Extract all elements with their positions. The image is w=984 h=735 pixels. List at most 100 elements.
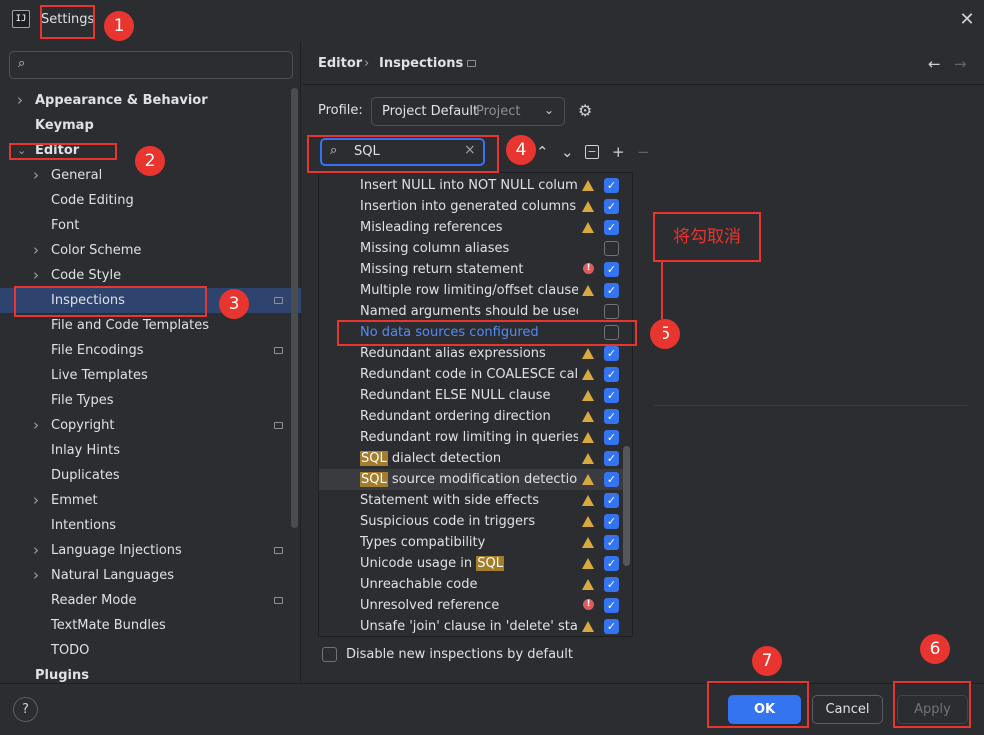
sidebar-item-color-scheme[interactable]: › Color Scheme — [0, 238, 290, 263]
inspection-checkbox[interactable]: ✓ — [604, 556, 619, 571]
inspection-checkbox[interactable]: ✓ — [604, 220, 619, 235]
remove-icon[interactable]: − — [637, 143, 650, 161]
inspection-name-part: Missing column aliases — [360, 241, 510, 256]
disable-new-checkbox[interactable] — [322, 647, 337, 662]
sidebar-item-todo[interactable]: TODO — [0, 638, 290, 663]
inspection-checkbox[interactable]: ✓ — [604, 178, 619, 193]
sidebar-item-textmate-bundles[interactable]: TextMate Bundles — [0, 613, 290, 638]
sidebar-item-intentions[interactable]: Intentions — [0, 513, 290, 538]
inspection-checkbox[interactable]: ✓ — [604, 619, 619, 634]
inspection-row[interactable]: Insert NULL into NOT NULL column ✓ — [319, 175, 624, 196]
inspection-row[interactable]: Types compatibility ✓ — [319, 532, 624, 553]
add-icon[interactable]: + — [612, 143, 625, 161]
inspection-name-part: Insertion into generated columns — [360, 199, 577, 214]
inspection-row[interactable]: Suspicious code in triggers ✓ — [319, 511, 624, 532]
sidebar-item-copyright[interactable]: › Copyright — [0, 413, 290, 438]
breadcrumb-editor[interactable]: Editor — [318, 56, 362, 71]
disable-new-label[interactable]: Disable new inspections by default — [346, 647, 573, 662]
reset-icon[interactable]: − — [585, 145, 599, 159]
profile-select[interactable]: Project Default Project ⌄ — [371, 97, 565, 126]
inspection-checkbox[interactable]: ✓ — [604, 451, 619, 466]
sidebar-item-inlay-hints[interactable]: Inlay Hints — [0, 438, 290, 463]
inspection-checkbox[interactable]: ✓ — [604, 430, 619, 445]
inspection-row[interactable]: SQL source modification detection ✓ — [319, 469, 624, 490]
chevron-right-icon[interactable]: › — [33, 563, 39, 588]
sidebar-item-code-style[interactable]: › Code Style — [0, 263, 290, 288]
chevron-right-icon[interactable]: › — [33, 413, 39, 438]
sidebar-item-plugins[interactable]: Plugins — [0, 663, 290, 688]
inspection-checkbox[interactable]: ✓ — [604, 598, 619, 613]
inspection-checkbox[interactable]: ✓ — [604, 199, 619, 214]
inspection-row[interactable]: Redundant alias expressions ✓ — [319, 343, 624, 364]
warning-icon — [582, 180, 594, 191]
sidebar-item-appearance-behavior[interactable]: › Appearance & Behavior — [0, 88, 290, 113]
inspection-row[interactable]: Misleading references ✓ — [319, 217, 624, 238]
project-scope-icon — [274, 297, 283, 304]
breadcrumb-separator: › — [364, 56, 370, 71]
inspection-row[interactable]: Unsafe 'join' clause in 'delete' stateme… — [319, 616, 624, 636]
help-button[interactable]: ? — [13, 697, 38, 722]
inspection-checkbox[interactable]: ✓ — [604, 367, 619, 382]
inspection-checkbox[interactable]: ✓ — [604, 514, 619, 529]
inspection-checkbox[interactable]: ✓ — [604, 262, 619, 277]
forward-arrow-icon[interactable]: → — [954, 55, 967, 73]
inspection-checkbox[interactable]: ✓ — [604, 409, 619, 424]
profile-label: Profile: — [318, 103, 363, 118]
sidebar-item-code-editing[interactable]: Code Editing — [0, 188, 290, 213]
inspection-checkbox[interactable]: ✓ — [604, 472, 619, 487]
inspection-checkbox[interactable]: ✓ — [604, 493, 619, 508]
sidebar-item-file-types[interactable]: File Types — [0, 388, 290, 413]
inspection-checkbox[interactable]: ✓ — [604, 346, 619, 361]
chevron-right-icon[interactable]: › — [17, 88, 23, 113]
inspection-row[interactable]: SQL dialect detection ✓ — [319, 448, 624, 469]
inspection-row[interactable]: Redundant ordering direction ✓ — [319, 406, 624, 427]
inspection-checkbox[interactable] — [604, 241, 619, 256]
inspection-name-part: Misleading references — [360, 220, 503, 235]
expand-all-icon[interactable]: ⌃ — [536, 143, 549, 161]
inspection-row[interactable]: Missing return statement! ✓ — [319, 259, 624, 280]
inspection-row[interactable]: Insertion into generated columns ✓ — [319, 196, 624, 217]
chevron-right-icon[interactable]: › — [33, 538, 39, 563]
inspection-row[interactable]: Redundant row limiting in queries ✓ — [319, 427, 624, 448]
settings-search-input[interactable]: ⌕ — [9, 51, 293, 79]
inspection-row[interactable]: Statement with side effects ✓ — [319, 490, 624, 511]
cancel-button[interactable]: Cancel — [812, 695, 883, 724]
close-icon[interactable]: ✕ — [956, 9, 978, 31]
inspection-row[interactable]: Unreachable code ✓ — [319, 574, 624, 595]
project-scope-icon — [274, 422, 283, 429]
warning-icon — [582, 348, 594, 359]
sidebar-item-language-injections[interactable]: › Language Injections — [0, 538, 290, 563]
sidebar-item-font[interactable]: Font — [0, 213, 290, 238]
inspection-name-part: Unicode usage in — [360, 556, 477, 571]
inspection-name-part: Unsafe 'join' clause in 'delete' stateme — [360, 619, 578, 634]
inspection-checkbox[interactable]: ✓ — [604, 283, 619, 298]
inspection-row[interactable]: Missing column aliases — [319, 238, 624, 259]
inspection-row[interactable]: Named arguments should be used — [319, 301, 624, 322]
sidebar-item-natural-languages[interactable]: › Natural Languages — [0, 563, 290, 588]
chevron-right-icon[interactable]: › — [33, 263, 39, 288]
inspection-checkbox[interactable]: ✓ — [604, 535, 619, 550]
inspection-checkbox[interactable]: ✓ — [604, 388, 619, 403]
sidebar-item-file-encodings[interactable]: File Encodings — [0, 338, 290, 363]
inspection-row[interactable]: Redundant code in COALESCE call ✓ — [319, 364, 624, 385]
sidebar-item-keymap[interactable]: Keymap — [0, 113, 290, 138]
inspection-row[interactable]: Multiple row limiting/offset clauses in ✓ — [319, 280, 624, 301]
collapse-all-icon[interactable]: ⌄ — [561, 143, 574, 161]
back-arrow-icon[interactable]: ← — [928, 55, 941, 73]
inspection-row[interactable]: Redundant ELSE NULL clause ✓ — [319, 385, 624, 406]
sidebar-item-live-templates[interactable]: Live Templates — [0, 363, 290, 388]
sidebar-scrollbar[interactable] — [291, 88, 298, 528]
sidebar-item-reader-mode[interactable]: Reader Mode — [0, 588, 290, 613]
chevron-right-icon[interactable]: › — [33, 163, 39, 188]
list-scrollbar[interactable] — [623, 446, 630, 566]
gear-icon[interactable]: ⚙ — [578, 101, 592, 120]
inspection-row[interactable]: Unresolved reference! ✓ — [319, 595, 624, 616]
sidebar-item-duplicates[interactable]: Duplicates — [0, 463, 290, 488]
inspection-checkbox[interactable] — [604, 304, 619, 319]
chevron-right-icon[interactable]: › — [33, 488, 39, 513]
inspection-checkbox[interactable]: ✓ — [604, 577, 619, 592]
inspection-row[interactable]: Unicode usage in SQL ✓ — [319, 553, 624, 574]
annotation-badge-7: 7 — [752, 646, 782, 676]
sidebar-item-emmet[interactable]: › Emmet — [0, 488, 290, 513]
chevron-right-icon[interactable]: › — [33, 238, 39, 263]
